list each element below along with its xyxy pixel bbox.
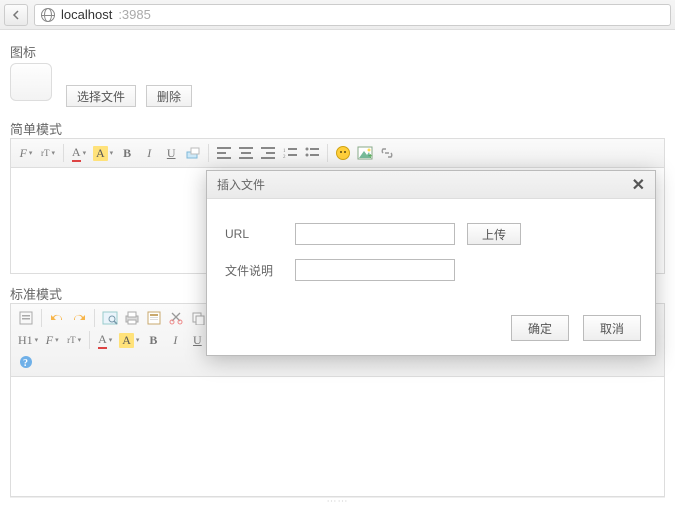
url-host: localhost [61, 7, 112, 22]
desc-input-field[interactable] [295, 259, 455, 281]
fore-color-button[interactable]: A▾ [69, 143, 89, 163]
redo-icon [72, 312, 86, 324]
font-size-button[interactable]: rT▾ [38, 143, 58, 163]
italic-button[interactable]: I [139, 143, 159, 163]
simple-toolbar: F▾ rT▾ A▾ A▾ B I U 12 + [10, 138, 665, 168]
globe-icon [41, 8, 55, 22]
std-italic-button[interactable]: I [165, 330, 185, 350]
dialog-close-button[interactable]: ✕ [632, 175, 645, 195]
std-font-size-button[interactable]: rT▾ [64, 330, 84, 350]
url-input-field[interactable] [295, 223, 455, 245]
image-icon: + [357, 146, 373, 160]
smiley-icon [336, 146, 350, 160]
ordered-list-button[interactable]: 12 [280, 143, 300, 163]
icon-preview [10, 63, 52, 101]
unordered-list-button[interactable] [302, 143, 322, 163]
cancel-button[interactable]: 取消 [583, 315, 641, 341]
url-port: :3985 [118, 7, 151, 22]
ul-icon [305, 147, 319, 159]
simple-mode-label: 简单模式 [10, 119, 665, 138]
print-icon [124, 311, 140, 325]
source-icon [19, 311, 33, 325]
insert-file-dialog: 插入文件 ✕ URL 上传 文件说明 确定 取消 [206, 170, 656, 356]
undo-button[interactable] [47, 308, 67, 328]
std-font-family-button[interactable]: F▾ [42, 330, 62, 350]
svg-text:+: + [368, 152, 373, 160]
copy-icon [191, 311, 205, 325]
svg-text:1: 1 [283, 149, 286, 154]
cut-icon [169, 311, 183, 325]
link-icon [379, 147, 395, 159]
standard-editor[interactable] [10, 377, 665, 497]
resize-handle[interactable]: ⋯⋯ [10, 497, 665, 505]
icon-section-label: 图标 [10, 42, 665, 61]
back-button[interactable] [4, 4, 28, 26]
ok-button[interactable]: 确定 [511, 315, 569, 341]
undo-icon [50, 312, 64, 324]
underline-button[interactable]: U [161, 143, 181, 163]
remove-format-button[interactable] [183, 143, 203, 163]
dialog-titlebar: 插入文件 ✕ [207, 171, 655, 199]
delete-button[interactable]: 删除 [146, 85, 192, 107]
about-button[interactable]: ? [16, 352, 36, 372]
font-family-button[interactable]: F▾ [16, 143, 36, 163]
arrow-left-icon [11, 10, 21, 20]
std-hilite-button[interactable]: A▾ [117, 330, 141, 350]
hilite-color-button[interactable]: A▾ [91, 143, 115, 163]
svg-text:2: 2 [283, 155, 286, 159]
template-button[interactable] [144, 308, 164, 328]
align-left-button[interactable] [214, 143, 234, 163]
eraser-icon [185, 146, 201, 160]
preview-icon [102, 311, 118, 325]
image-button[interactable]: + [355, 143, 375, 163]
std-fore-color-button[interactable]: A▾ [95, 330, 115, 350]
desc-label: 文件说明 [225, 262, 295, 279]
browser-address-bar: localhost :3985 [0, 0, 675, 30]
cut-button[interactable] [166, 308, 186, 328]
std-bold-button[interactable]: B [143, 330, 163, 350]
emoticon-button[interactable] [333, 143, 353, 163]
dialog-title: 插入文件 [217, 176, 265, 193]
ol-icon: 12 [283, 147, 297, 159]
url-input[interactable]: localhost :3985 [34, 4, 671, 26]
bold-button[interactable]: B [117, 143, 137, 163]
url-label: URL [225, 227, 295, 241]
print-button[interactable] [122, 308, 142, 328]
copy-button[interactable] [188, 308, 208, 328]
preview-button[interactable] [100, 308, 120, 328]
choose-file-button[interactable]: 选择文件 [66, 85, 136, 107]
upload-button[interactable]: 上传 [467, 223, 521, 245]
help-icon: ? [19, 355, 33, 369]
source-button[interactable] [16, 308, 36, 328]
align-center-button[interactable] [236, 143, 256, 163]
redo-button[interactable] [69, 308, 89, 328]
align-right-button[interactable] [258, 143, 278, 163]
svg-text:?: ? [23, 358, 28, 369]
link-button[interactable] [377, 143, 397, 163]
template-icon [147, 311, 161, 325]
std-underline-button[interactable]: U [187, 330, 207, 350]
heading-button[interactable]: H1▾ [16, 330, 40, 350]
